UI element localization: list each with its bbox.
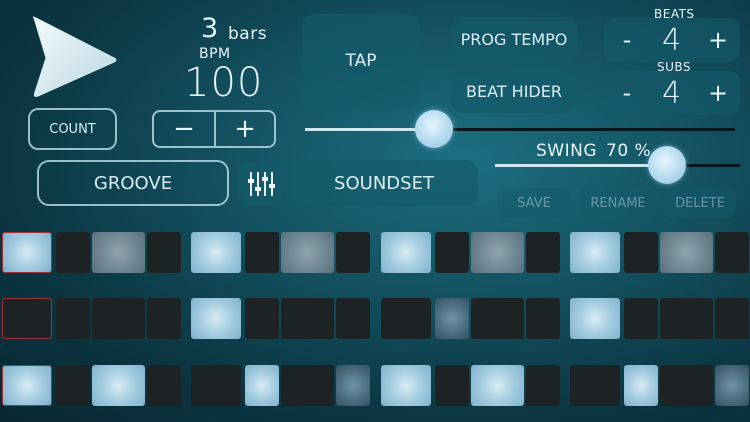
step-pad-r1-s10[interactable] xyxy=(435,232,469,273)
prog-tempo-button[interactable]: PROG TEMPO xyxy=(451,17,577,61)
step-pad-r1-s12[interactable] xyxy=(526,232,560,273)
groove-button[interactable]: GROOVE xyxy=(37,160,229,206)
tempo-slider-knob[interactable] xyxy=(415,110,453,148)
step-pad-r2-s3[interactable] xyxy=(92,298,145,339)
step-pad-r2-s8[interactable] xyxy=(336,298,370,339)
bpm-stepper: − + xyxy=(152,110,276,148)
play-icon xyxy=(32,16,117,97)
bars-value: 3 xyxy=(201,13,219,44)
prog-tempo-label: PROG TEMPO xyxy=(460,29,568,49)
step-pad-r3-s12[interactable] xyxy=(526,365,560,406)
delete-button[interactable]: DELETE xyxy=(664,188,736,218)
swing-slider-fill xyxy=(495,164,667,167)
step-pad-r3-s7[interactable] xyxy=(281,365,334,406)
step-pad-r3-s6[interactable] xyxy=(245,365,279,406)
step-pad-r3-s13[interactable] xyxy=(570,365,620,406)
tap-label: TAP xyxy=(345,51,377,71)
subs-decrease-button[interactable]: - xyxy=(612,75,642,111)
step-pad-r1-s8[interactable] xyxy=(336,232,370,273)
step-pad-r1-s4[interactable] xyxy=(147,232,181,273)
delete-label: DELETE xyxy=(675,195,725,211)
step-pad-r2-s16[interactable] xyxy=(715,298,749,339)
beats-label: BEATS xyxy=(654,7,695,21)
step-pad-r3-s3[interactable] xyxy=(92,365,145,406)
step-sequencer-grid xyxy=(0,228,750,422)
beat-hider-button[interactable]: BEAT HIDER xyxy=(451,69,577,113)
groove-label: GROOVE xyxy=(93,172,173,194)
step-pad-r2-s2[interactable] xyxy=(56,298,90,339)
step-pad-r2-s7[interactable] xyxy=(281,298,334,339)
soundset-label: SOUNDSET xyxy=(334,172,434,194)
step-pad-r3-s14[interactable] xyxy=(624,365,658,406)
step-pad-r3-s16[interactable] xyxy=(715,365,749,406)
step-pad-r1-s6[interactable] xyxy=(245,232,279,273)
step-pad-r2-s9[interactable] xyxy=(381,298,431,339)
step-pad-r3-s4[interactable] xyxy=(147,365,181,406)
step-pad-r1-s13[interactable] xyxy=(570,232,620,273)
step-pad-r1-s5[interactable] xyxy=(191,232,241,273)
step-pad-r2-s4[interactable] xyxy=(147,298,181,339)
swing-slider-knob[interactable] xyxy=(648,146,686,184)
step-pad-r2-s15[interactable] xyxy=(660,298,713,339)
subs-label: SUBS xyxy=(657,60,692,74)
step-pad-r2-s5[interactable] xyxy=(191,298,241,339)
save-label: SAVE xyxy=(517,195,551,211)
step-pad-r1-s14[interactable] xyxy=(624,232,658,273)
step-pad-r3-s10[interactable] xyxy=(435,365,469,406)
beats-decrease-button[interactable]: - xyxy=(612,22,642,58)
bars-unit: bars xyxy=(228,24,268,44)
bpm-value[interactable]: 100 xyxy=(184,60,263,106)
step-pad-r1-s16[interactable] xyxy=(715,232,749,273)
beat-hider-label: BEAT HIDER xyxy=(466,81,562,101)
step-pad-r3-s5[interactable] xyxy=(191,365,241,406)
save-button[interactable]: SAVE xyxy=(498,188,570,218)
step-pad-r1-s3[interactable] xyxy=(92,232,145,273)
swing-slider[interactable] xyxy=(495,146,740,186)
step-pad-r1-s2[interactable] xyxy=(56,232,90,273)
step-pad-r3-s15[interactable] xyxy=(660,365,713,406)
soundset-button[interactable]: SOUNDSET xyxy=(290,160,478,206)
subs-value: 4 xyxy=(662,76,682,111)
step-pad-r2-s10[interactable] xyxy=(435,298,469,339)
step-pad-r1-s15[interactable] xyxy=(660,232,713,273)
step-pad-r1-s1[interactable] xyxy=(2,232,52,273)
rename-label: RENAME xyxy=(590,195,646,211)
step-pad-r3-s2[interactable] xyxy=(56,365,90,406)
step-pad-r1-s7[interactable] xyxy=(281,232,334,273)
mixer-sliders-icon xyxy=(248,172,275,196)
step-pad-r2-s11[interactable] xyxy=(471,298,524,339)
bpm-increase-button[interactable]: + xyxy=(216,112,274,146)
tap-button[interactable]: TAP xyxy=(302,14,420,108)
play-button[interactable] xyxy=(28,14,120,100)
step-pad-r2-s12[interactable] xyxy=(526,298,560,339)
step-pad-r1-s9[interactable] xyxy=(381,232,431,273)
bpm-decrease-button[interactable]: − xyxy=(154,112,214,146)
step-pad-r3-s11[interactable] xyxy=(471,365,524,406)
step-pad-r3-s1[interactable] xyxy=(2,365,52,406)
step-pad-r1-s11[interactable] xyxy=(471,232,524,273)
count-button[interactable]: COUNT xyxy=(28,108,117,150)
subs-increase-button[interactable]: + xyxy=(703,75,733,111)
mixer-button[interactable] xyxy=(239,162,283,206)
step-pad-r3-s8[interactable] xyxy=(336,365,370,406)
rename-button[interactable]: RENAME xyxy=(578,188,658,218)
step-pad-r2-s14[interactable] xyxy=(624,298,658,339)
beats-value: 4 xyxy=(662,23,682,58)
step-pad-r2-s6[interactable] xyxy=(245,298,279,339)
step-pad-r2-s1[interactable] xyxy=(2,298,52,339)
tempo-slider[interactable] xyxy=(305,110,735,150)
count-label: COUNT xyxy=(49,121,96,137)
step-pad-r2-s13[interactable] xyxy=(570,298,620,339)
beats-increase-button[interactable]: + xyxy=(703,22,733,58)
step-pad-r3-s9[interactable] xyxy=(381,365,431,406)
